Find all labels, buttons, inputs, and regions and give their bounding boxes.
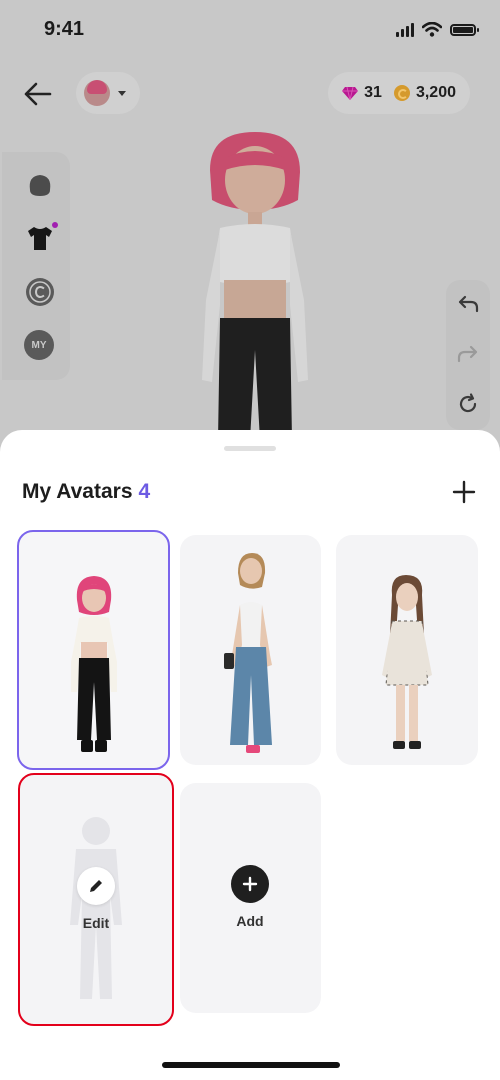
avatar-card-1[interactable] — [17, 530, 170, 770]
hair-category-icon[interactable] — [24, 170, 56, 202]
add-label: Add — [236, 913, 264, 929]
battery-icon — [450, 23, 479, 36]
gem-icon — [342, 86, 359, 100]
history-toolbar — [446, 280, 490, 430]
sheet-drag-handle[interactable] — [224, 446, 276, 451]
tshirt-icon — [28, 227, 52, 250]
new-item-badge — [52, 222, 58, 228]
edit-label: Edit — [82, 915, 110, 931]
caret-down-icon — [118, 90, 126, 96]
category-toolbar: MY — [2, 152, 70, 380]
cellular-signal-icon — [396, 22, 414, 37]
add-action[interactable]: Add — [230, 865, 270, 929]
wifi-icon — [422, 22, 442, 37]
back-arrow-icon[interactable] — [20, 78, 56, 110]
add-avatar-card[interactable]: Add — [180, 783, 321, 1013]
currency-balance[interactable]: 31 3,200 — [328, 72, 470, 114]
avatar-figure-tweed-outfit — [382, 575, 432, 749]
avatar-card-2[interactable] — [180, 535, 321, 765]
avatar-card-3[interactable] — [336, 535, 478, 765]
status-time: 9:41 — [44, 18, 85, 40]
reset-icon[interactable] — [456, 392, 480, 416]
status-bar: 9:41 — [0, 0, 500, 60]
avatar-editor-background: 9:41 31 3,200 MY — [0, 0, 500, 460]
gem-count: 31 — [364, 84, 382, 101]
coin-icon — [393, 85, 410, 101]
copyright-brand-icon[interactable] — [24, 276, 56, 308]
clothing-category-tab[interactable] — [24, 222, 58, 254]
my-items-tab[interactable]: MY — [24, 330, 56, 362]
add-plus-icon — [231, 865, 269, 903]
avatar-switcher-button[interactable] — [76, 72, 140, 114]
avatar-figure-blonde — [224, 553, 272, 753]
avatar-figure-pink-hair — [71, 576, 117, 752]
plus-icon[interactable] — [452, 480, 476, 504]
sheet-title-text: My Avatars — [22, 480, 133, 503]
pencil-edit-icon — [77, 867, 115, 905]
avatar-preview — [202, 132, 308, 440]
avatar-count: 4 — [138, 480, 151, 503]
edit-action[interactable]: Edit — [76, 867, 116, 931]
undo-icon[interactable] — [456, 292, 480, 316]
status-icons — [396, 22, 479, 37]
my-icon: MY — [24, 330, 54, 360]
redo-icon[interactable] — [456, 342, 480, 366]
edit-avatar-card[interactable]: Edit — [18, 773, 174, 1026]
avatar-thumbnail — [84, 80, 110, 106]
home-indicator[interactable] — [162, 1062, 340, 1068]
coin-count: 3,200 — [415, 84, 456, 101]
sheet-title: My Avatars 4 — [22, 480, 150, 504]
